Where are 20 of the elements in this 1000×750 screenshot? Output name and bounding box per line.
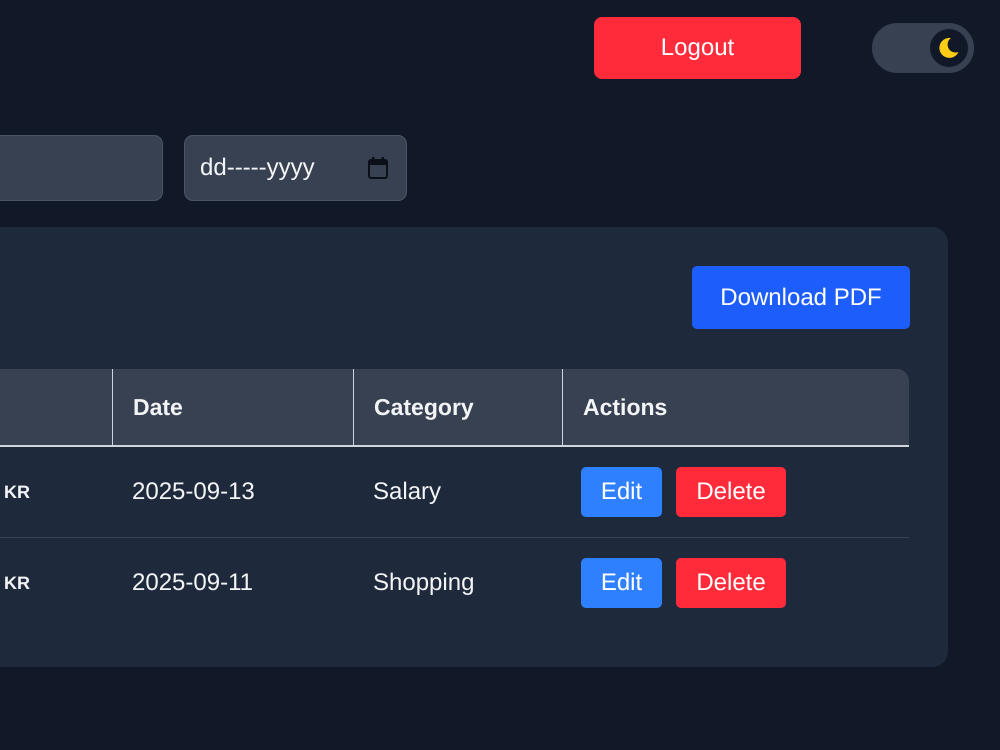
table-cell: Salary [373, 478, 442, 505]
moon-icon [930, 29, 968, 67]
delete-button[interactable]: Delete [676, 558, 786, 608]
input-field[interactable] [0, 135, 163, 201]
table-cell: 2025-09-13 [132, 478, 255, 505]
column-header: Actions [583, 394, 668, 420]
table-cell: Shopping [373, 569, 474, 596]
calendar-icon[interactable] [368, 157, 388, 179]
edit-button[interactable]: Edit [581, 467, 662, 517]
table-cell: 2025-09-11 [132, 569, 253, 596]
column-header: Date [133, 394, 183, 420]
download-pdf-button[interactable]: Download PDF [692, 266, 910, 329]
logout-button[interactable]: Logout [594, 17, 801, 79]
table-cell: KR [4, 482, 30, 502]
date-field[interactable]: dd-----yyyy [184, 135, 407, 201]
edit-button[interactable]: Edit [581, 558, 662, 608]
column-header: Category [374, 394, 474, 420]
delete-button[interactable]: Delete [676, 467, 786, 517]
theme-toggle[interactable] [872, 23, 974, 73]
table-cell: KR [4, 572, 30, 592]
